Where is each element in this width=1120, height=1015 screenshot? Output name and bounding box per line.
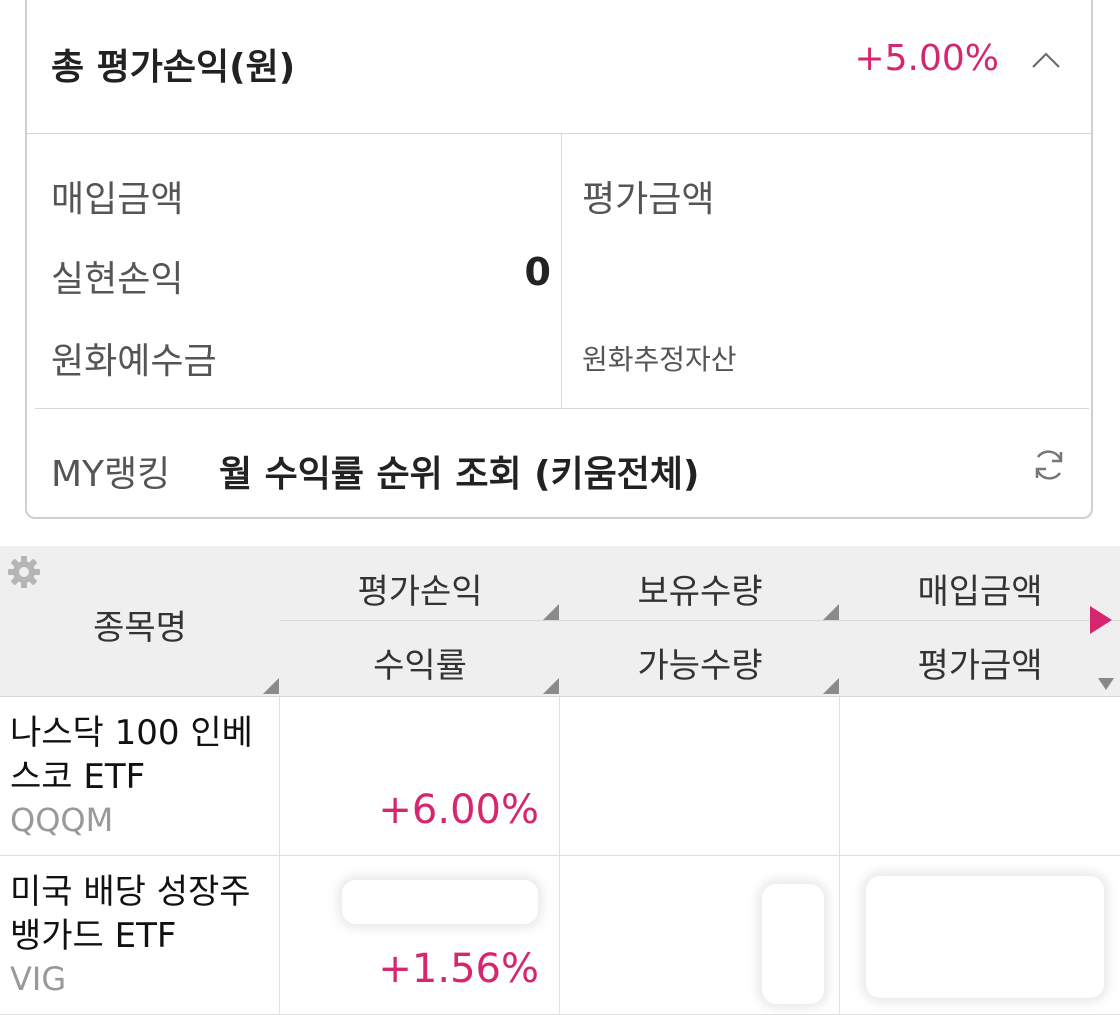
table-row[interactable]: 나스닥 100 인베스코 ETF QQQM +6.00% (0, 697, 1120, 856)
sort-icon (543, 604, 559, 620)
amount-cell (840, 856, 1120, 1014)
return-rate: +6.00% (378, 787, 539, 833)
quantity-cell (560, 856, 840, 1014)
holdings-table-header: 종목명 평가손익 보유수량 매입금액 수익률 가능수량 평가금액 (0, 546, 1120, 698)
redaction-mask (762, 884, 824, 1004)
sort-icon (823, 678, 839, 694)
col-header-available-qty[interactable]: 가능수량 (560, 638, 840, 687)
summary-title: 총 평가손익(원) (51, 47, 296, 88)
chevron-up-icon[interactable] (1031, 50, 1061, 70)
col-header-name[interactable]: 종목명 (0, 600, 280, 649)
scroll-down-icon[interactable] (1098, 678, 1114, 690)
gear-icon[interactable] (6, 554, 42, 590)
scroll-right-icon[interactable] (1090, 606, 1112, 634)
refresh-icon[interactable] (1029, 445, 1069, 485)
header-divider (280, 620, 1120, 621)
summary-header[interactable]: 총 평가손익(원) +5.00% (27, 0, 1091, 134)
pl-summary-card: 총 평가손익(원) +5.00% 매입금액 실현손익 0 원화예수금 평가금액 … (25, 0, 1093, 519)
summary-right-column: 평가금액 원화추정자산 (562, 134, 1091, 408)
my-ranking-row[interactable]: MY랭킹 월 수익률 순위 조회 (키움전체) (35, 408, 1089, 517)
eval-pl-cell: +1.56% (280, 856, 560, 1014)
amount-cell (840, 697, 1120, 855)
sort-icon (263, 678, 279, 694)
eval-amount-label: 평가금액 (582, 179, 715, 220)
col-header-eval-pl[interactable]: 평가손익 (280, 564, 560, 613)
realized-pl-value: 0 (524, 250, 551, 294)
col-header-holding-qty[interactable]: 보유수량 (560, 564, 840, 613)
stock-name: 미국 배당 성장주 뱅가드 ETF (10, 872, 251, 956)
quantity-cell (560, 697, 840, 855)
stock-name-cell: 미국 배당 성장주 뱅가드 ETF VIG (0, 856, 280, 1014)
return-rate: +1.56% (378, 946, 539, 992)
col-header-eval-amount[interactable]: 평가금액 (840, 638, 1120, 687)
stock-ticker: VIG (10, 960, 67, 998)
total-return-rate: +5.00% (854, 38, 999, 79)
realized-pl-label: 실현손익 (51, 259, 184, 300)
sort-icon (543, 678, 559, 694)
table-row[interactable]: 미국 배당 성장주 뱅가드 ETF VIG +1.56% (0, 856, 1120, 1015)
eval-pl-cell: +6.00% (280, 697, 560, 855)
summary-left-column: 매입금액 실현손익 0 원화예수금 (27, 134, 562, 408)
col-header-return-rate[interactable]: 수익률 (280, 638, 560, 687)
stock-ticker: QQQM (10, 801, 114, 839)
my-ranking-label: MY랭킹 (51, 454, 171, 495)
krw-deposit-label: 원화예수금 (51, 341, 217, 382)
col-header-purchase-amount[interactable]: 매입금액 (840, 564, 1120, 613)
stock-name: 나스닥 100 인베스코 ETF (10, 713, 253, 797)
stock-name-cell: 나스닥 100 인베스코 ETF QQQM (0, 697, 280, 855)
sort-icon (823, 604, 839, 620)
ranking-link[interactable]: 월 수익률 순위 조회 (키움전체) (219, 445, 699, 497)
krw-estimated-assets-label: 원화추정자산 (582, 343, 737, 376)
redaction-mask (342, 880, 538, 924)
purchase-amount-label: 매입금액 (51, 179, 184, 220)
redaction-mask (866, 876, 1104, 998)
